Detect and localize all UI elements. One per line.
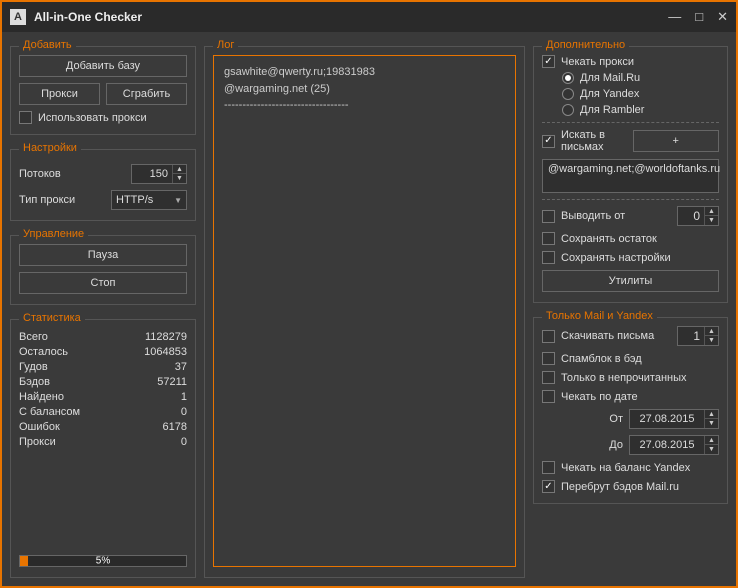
add-base-button[interactable]: Добавить базу [19, 55, 187, 77]
app-title: All-in-One Checker [34, 10, 668, 24]
stats-list: Всего1128279 Осталось1064853 Гудов37 Бэдов5… [19, 328, 187, 448]
stat-row: Ошибок6178 [19, 421, 187, 433]
minimize-button[interactable]: — [668, 9, 681, 25]
check-proxy-checkbox[interactable]: ✓ Чекать прокси [542, 55, 719, 68]
date-to-label: До [609, 439, 623, 451]
group-log: Лог gsawhite@qwerty.ru;19831983 @wargami… [204, 46, 525, 578]
proxy-type-select[interactable]: HTTP/s ▼ [111, 190, 187, 210]
spin-down-icon: ▼ [173, 174, 186, 183]
group-control: Управление Пауза Стоп [10, 235, 196, 305]
group-stats: Статистика Всего1128279Осталось1064853Гу… [10, 319, 196, 578]
group-mail-yandex: Только Mail и Yandex Скачивать письма 1 … [533, 317, 728, 504]
threads-label: Потоков [19, 168, 61, 180]
group-add: Добавить Добавить базу Прокси Сграбить И… [10, 46, 196, 135]
stat-row: С балансом0 [19, 406, 187, 418]
check-balance-checkbox[interactable]: Чекать на баланс Yandex [542, 461, 719, 474]
add-search-button[interactable]: + [633, 130, 720, 152]
group-settings: Настройки Потоков 150 ▲▼ Тип прокси HTTP… [10, 149, 196, 221]
chevron-down-icon: ▼ [174, 196, 182, 205]
radio-mailru[interactable]: Для Mail.Ru [562, 72, 719, 84]
stat-row: Осталось1064853 [19, 346, 187, 358]
use-proxy-checkbox[interactable]: Использовать прокси [19, 111, 187, 124]
grab-button[interactable]: Сграбить [106, 83, 187, 105]
pause-button[interactable]: Пауза [19, 244, 187, 266]
stat-row: Найдено1 [19, 391, 187, 403]
date-from-input[interactable]: 27.08.2015 ▲▼ [629, 409, 719, 429]
legend-control: Управление [19, 228, 88, 240]
output-from-input[interactable]: 0 ▲▼ [677, 206, 719, 226]
download-count-input[interactable]: 1 ▲▼ [677, 326, 719, 346]
spamblock-checkbox[interactable]: Спамблок в бэд [542, 352, 719, 365]
unread-only-checkbox[interactable]: Только в непрочитанных [542, 371, 719, 384]
spin-up-icon: ▲ [173, 165, 186, 174]
download-mail-checkbox[interactable]: Скачивать письма [542, 330, 671, 343]
legend-additional: Дополнительно [542, 39, 629, 51]
legend-mail-yandex: Только Mail и Yandex [542, 310, 657, 322]
stat-row: Прокси0 [19, 436, 187, 448]
check-by-date-checkbox[interactable]: Чекать по дате [542, 390, 719, 403]
progress-bar: 5% [19, 555, 187, 567]
legend-log: Лог [213, 39, 238, 51]
search-terms-input[interactable]: @wargaming.net;@worldoftanks.ru [542, 159, 719, 193]
radio-rambler[interactable]: Для Rambler [562, 104, 719, 116]
legend-settings: Настройки [19, 142, 81, 154]
legend-stats: Статистика [19, 312, 85, 324]
group-additional: Дополнительно ✓ Чекать прокси Для Mail.R… [533, 46, 728, 303]
stat-row: Всего1128279 [19, 331, 187, 343]
date-to-input[interactable]: 27.08.2015 ▲▼ [629, 435, 719, 455]
output-from-checkbox[interactable]: Выводить от [542, 210, 671, 223]
radio-yandex[interactable]: Для Yandex [562, 88, 719, 100]
stat-row: Бэдов57211 [19, 376, 187, 388]
save-rest-checkbox[interactable]: Сохранять остаток [542, 232, 719, 245]
date-from-label: От [609, 413, 623, 425]
log-textarea[interactable]: gsawhite@qwerty.ru;19831983 @wargaming.n… [213, 55, 516, 567]
close-button[interactable]: ✕ [717, 9, 728, 25]
threads-input[interactable]: 150 ▲▼ [131, 164, 187, 184]
save-settings-checkbox[interactable]: Сохранять настройки [542, 251, 719, 264]
utilities-button[interactable]: Утилиты [542, 270, 719, 292]
search-mail-checkbox[interactable]: ✓ Искать в письмах [542, 129, 627, 153]
progress-percent: 5% [96, 556, 110, 567]
app-window: A All-in-One Checker — □ ✕ Добавить Доба… [0, 0, 738, 588]
stop-button[interactable]: Стоп [19, 272, 187, 294]
rebrute-checkbox[interactable]: ✓ Перебрут бэдов Mail.ru [542, 480, 719, 493]
titlebar: A All-in-One Checker — □ ✕ [2, 2, 736, 32]
legend-add: Добавить [19, 39, 76, 51]
app-icon: A [10, 9, 26, 25]
proxy-type-label: Тип прокси [19, 194, 75, 206]
stat-row: Гудов37 [19, 361, 187, 373]
proxy-button[interactable]: Прокси [19, 83, 100, 105]
maximize-button[interactable]: □ [695, 9, 703, 25]
